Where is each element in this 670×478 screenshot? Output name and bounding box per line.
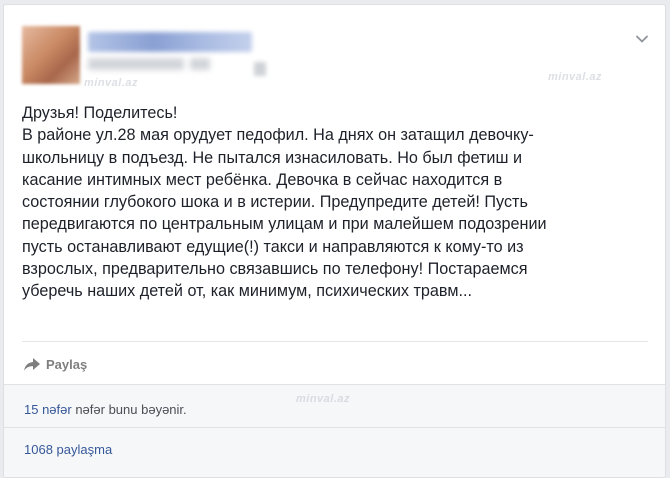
likes-count-link[interactable]: 15 nəfər (24, 402, 72, 417)
watermark: minval.az (296, 393, 351, 405)
actions-divider (22, 341, 648, 342)
share-arrow-icon (24, 357, 40, 371)
share-button[interactable]: Paylaş (24, 354, 87, 374)
post-line: передвигаются по центральным улицам и пр… (22, 215, 547, 234)
likes-summary[interactable]: 15 nəfər nəfər bunu bəyənir. (24, 402, 187, 417)
post-meta-blurred (190, 58, 210, 70)
post-body: Друзья! Поделитесь! В районе ул.28 мая о… (22, 102, 647, 303)
post-line: Друзья! Поделитесь! (22, 104, 178, 122)
privacy-icon-blurred (254, 62, 266, 76)
summary-divider (4, 427, 665, 428)
author-name-blurred[interactable] (88, 32, 252, 52)
post-timestamp-blurred[interactable] (88, 58, 184, 70)
watermark: minval.az (548, 71, 603, 83)
post-line: касание интимных мест ребёнка. Девочка в… (22, 170, 503, 189)
post-line: пусть останавливают едущие(!) такси и на… (22, 237, 524, 256)
post-line: школьницу в подъезд. Не пытался изнасило… (22, 148, 523, 167)
post-line: уберечь наших детей от, как минимум, пси… (22, 282, 472, 301)
post-card: minval.az minval.az Друзья! Поделитесь! … (3, 4, 666, 478)
likes-text: nəfər bunu bəyənir. (75, 402, 187, 417)
shares-count-link[interactable]: 1068 paylaşma (24, 442, 112, 457)
post-line: состоянии глубокого шока и в истерии. Пр… (22, 193, 528, 212)
author-avatar-blurred[interactable] (22, 26, 80, 84)
post-line: взрослых, предварительно связавшись по т… (22, 260, 528, 279)
watermark: minval.az (84, 77, 139, 89)
post-line: В районе ул.28 мая орудует педофил. На д… (22, 126, 534, 145)
share-label: Paylaş (46, 356, 88, 372)
chevron-down-icon[interactable] (635, 32, 649, 46)
